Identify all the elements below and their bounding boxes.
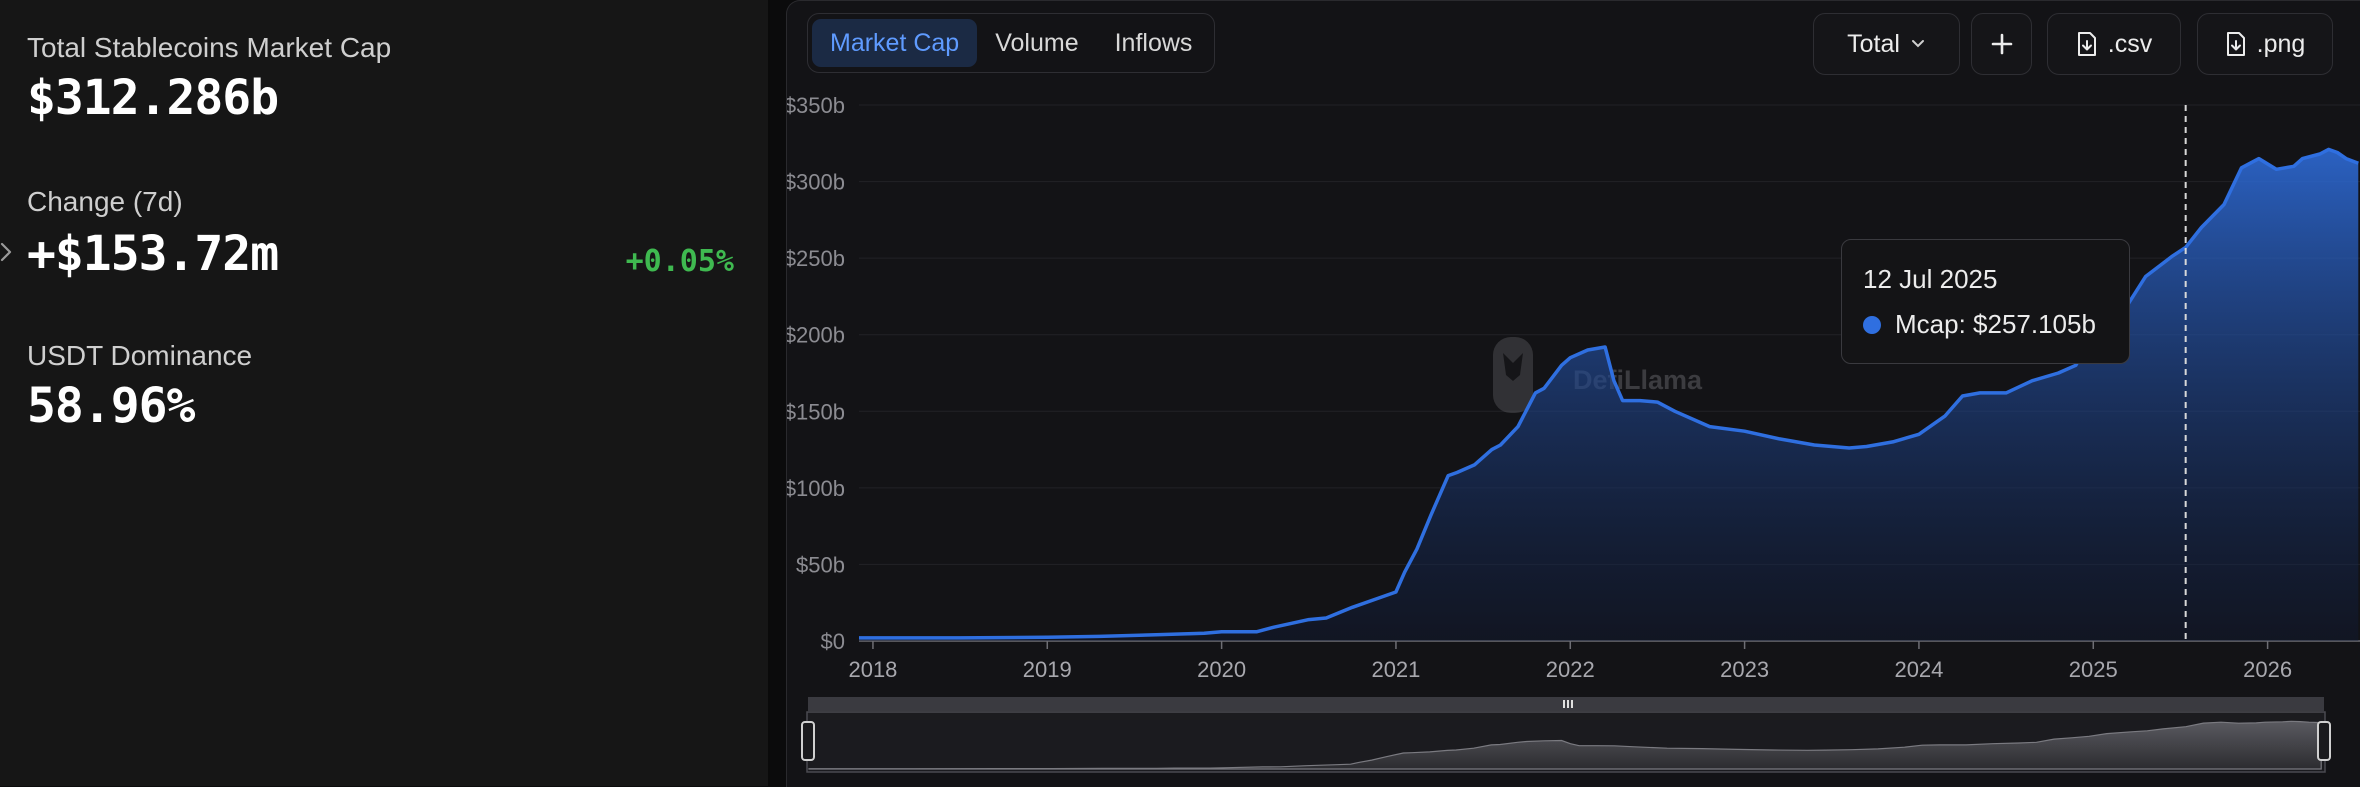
x-tick-label: 2021 (1371, 657, 1420, 682)
x-tick-label: 2024 (1894, 657, 1943, 682)
slider-right-handle[interactable] (2317, 721, 2331, 761)
slider-left-handle[interactable] (801, 721, 815, 761)
x-tick-label: 2023 (1720, 657, 1769, 682)
change-percent: +0.05% (625, 244, 734, 279)
x-tick-label: 2018 (848, 657, 897, 682)
dominance-value: 58.96% (27, 378, 195, 434)
tooltip-row: Mcap: $257.105b (1863, 309, 2129, 340)
y-tick-label: $150b (787, 399, 845, 424)
total-mcap-value: $312.286b (27, 70, 279, 126)
total-mcap-label: Total Stablecoins Market Cap (27, 32, 392, 63)
dominance-label: USDT Dominance (27, 340, 253, 371)
x-tick-label: 2020 (1197, 657, 1246, 682)
stats-panel: Total Stablecoins Market Cap $312.286b C… (0, 0, 768, 786)
tooltip-value: Mcap: $257.105b (1895, 309, 2096, 339)
y-tick-label: $250b (787, 246, 845, 271)
x-tick-label: 2026 (2243, 657, 2292, 682)
series-dot-icon (1863, 315, 1881, 334)
y-tick-label: $350b (787, 93, 845, 118)
y-tick-label: $0 (821, 629, 845, 654)
market-cap-chart[interactable]: $0 $50b $100b $150b $200b $250b $300b $350b 201… (787, 1, 2360, 787)
chart-tooltip: 12 Jul 2025 Mcap: $257.105b (1841, 239, 2130, 364)
x-tick-label: 2019 (1023, 657, 1072, 682)
date-range-slider[interactable] (801, 697, 2331, 773)
x-tick-label: 2025 (2069, 657, 2118, 682)
y-tick-label: $300b (787, 170, 845, 195)
y-tick-label: $50b (796, 552, 845, 577)
slider-track[interactable] (808, 697, 2324, 711)
x-tick-label: 2022 (1546, 657, 1595, 682)
tooltip-date: 12 Jul 2025 (1863, 264, 1998, 294)
chevron-right-icon[interactable] (0, 240, 14, 264)
slider-grip-icon[interactable] (1563, 700, 1573, 708)
panel-divider (768, 0, 770, 786)
change-label: Change (7d) (27, 186, 183, 217)
y-tick-label: $200b (787, 323, 845, 348)
mcap-area (859, 149, 2359, 641)
y-tick-label: $100b (787, 476, 845, 501)
change-value: +$153.72m (27, 226, 279, 282)
chart-panel: Market Cap Volume Inflows Total .csv .pn… (786, 0, 2360, 787)
